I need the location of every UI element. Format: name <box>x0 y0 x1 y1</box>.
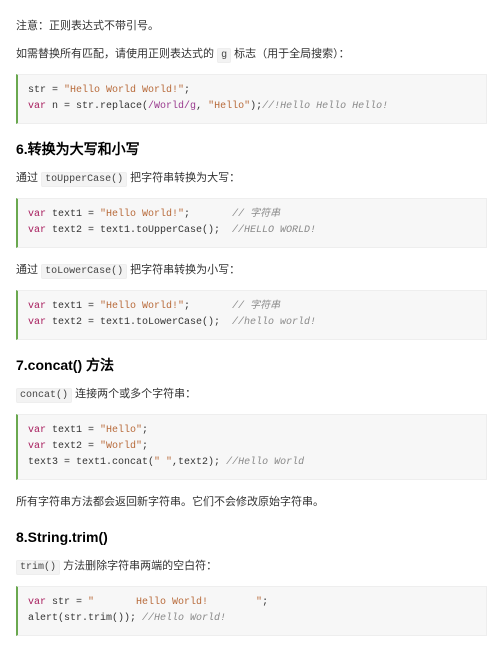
text: 通过 <box>16 264 41 276</box>
code-block-concat: var text1 = "Hello"; var text2 = "World"… <box>16 414 487 480</box>
paragraph-concat: concat() 连接两个或多个字符串： <box>16 386 487 404</box>
text: 标志（用于全局搜索）： <box>231 48 350 60</box>
code-block-trim: var str = " Hello World! "; alert(str.tr… <box>16 586 487 636</box>
inline-code-trim: trim() <box>16 560 60 575</box>
text: 通过 <box>16 172 41 184</box>
inline-code-g: g <box>217 48 231 63</box>
code-block-upper: var text1 = "Hello World!"; // 字符串 var t… <box>16 198 487 248</box>
text: 把字符串转换为大写： <box>127 172 240 184</box>
inline-code-concat: concat() <box>16 388 72 403</box>
inline-code-tolower: toLowerCase() <box>41 264 127 279</box>
text: 方法删除字符串两端的空白符： <box>60 560 217 572</box>
inline-code-toupper: toUpperCase() <box>41 172 127 187</box>
heading-6: 6.转换为大写和小写 <box>16 138 487 160</box>
paragraph-upper: 通过 toUpperCase() 把字符串转换为大写： <box>16 170 487 188</box>
text: 把字符串转换为小写： <box>127 264 240 276</box>
code-block-lower: var text1 = "Hello World!"; // 字符串 var t… <box>16 290 487 340</box>
text: 连接两个或多个字符串： <box>72 388 196 400</box>
text: 如需替换所有匹配，请使用正则表达式的 <box>16 48 217 60</box>
paragraph-trim: trim() 方法删除字符串两端的空白符： <box>16 558 487 576</box>
paragraph-note: 注意：正则表达式不带引号。 <box>16 18 487 36</box>
paragraph-lower: 通过 toLowerCase() 把字符串转换为小写： <box>16 262 487 280</box>
heading-7: 7.concat() 方法 <box>16 354 487 376</box>
paragraph-g-flag: 如需替换所有匹配，请使用正则表达式的 g 标志（用于全局搜索）： <box>16 46 487 64</box>
paragraph-immutable: 所有字符串方法都会返回新字符串。它们不会修改原始字符串。 <box>16 494 487 512</box>
code-block-replace: str = "Hello World World!"; var n = str.… <box>16 74 487 124</box>
heading-8: 8.String.trim() <box>16 526 487 548</box>
